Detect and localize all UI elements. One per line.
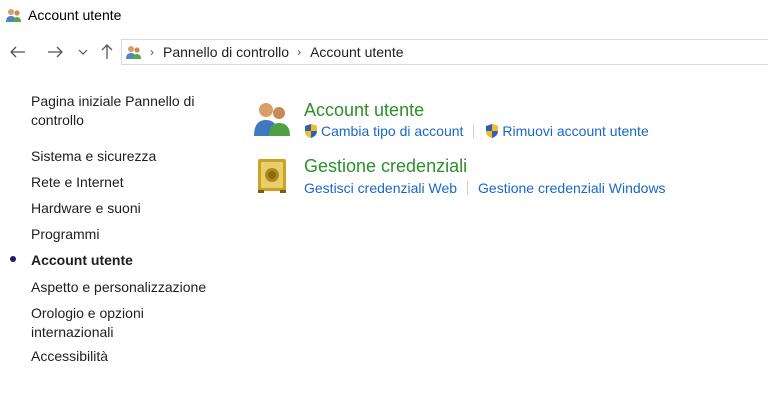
category-links: Gestisci credenziali Web Gestione creden… xyxy=(304,180,666,196)
navigation-bar: › Pannello di controllo › Account utente xyxy=(0,38,768,66)
sidebar-item-control-panel-home[interactable]: Pagina iniziale Pannello di controllo xyxy=(31,92,194,130)
change-account-type-link[interactable]: Cambia tipo di account xyxy=(303,123,463,139)
chevron-right-icon[interactable]: › xyxy=(297,45,301,59)
category-title-credential-manager[interactable]: Gestione credenziali xyxy=(304,156,467,177)
current-item-bullet xyxy=(10,256,16,262)
sidebar-item-label: controllo xyxy=(31,112,84,128)
sidebar-item-appearance[interactable]: Aspetto e personalizzazione xyxy=(31,278,206,297)
sidebar-item-system-security[interactable]: Sistema e sicurezza xyxy=(31,147,156,166)
user-accounts-icon[interactable] xyxy=(252,98,292,138)
user-accounts-icon xyxy=(6,7,22,23)
link-divider xyxy=(473,124,475,138)
window-title: Account utente xyxy=(28,7,122,23)
sidebar-item-hardware-sound[interactable]: Hardware e suoni xyxy=(31,199,141,218)
recent-locations-chevron-icon[interactable] xyxy=(76,38,90,66)
category-credential-manager: Gestione credenziali Gestisci credenzial… xyxy=(252,155,752,199)
sidebar-item-label: Pagina iniziale Pannello di xyxy=(31,93,195,109)
category-title-user-accounts[interactable]: Account utente xyxy=(304,100,424,121)
back-arrow-icon[interactable] xyxy=(6,38,30,66)
remove-user-account-link[interactable]: Rimuovi account utente xyxy=(484,123,649,139)
up-arrow-icon[interactable] xyxy=(96,38,118,66)
category-links: Cambia tipo di account Rimuovi account u… xyxy=(303,123,649,139)
breadcrumb-user-accounts[interactable]: Account utente xyxy=(310,44,403,60)
link-label: Rimuovi account utente xyxy=(502,123,649,139)
link-label: Cambia tipo di account xyxy=(321,123,464,139)
chevron-right-icon[interactable]: › xyxy=(150,45,154,59)
title-bar: Account utente xyxy=(0,0,768,32)
breadcrumb-control-panel[interactable]: Pannello di controllo xyxy=(163,44,289,60)
sidebar-item-label: internazionali xyxy=(31,324,114,340)
uac-shield-icon xyxy=(303,123,319,139)
credential-vault-icon[interactable] xyxy=(252,155,292,195)
link-divider xyxy=(467,181,469,195)
forward-arrow-icon[interactable] xyxy=(44,38,66,66)
category-user-accounts: Account utente Cambia tipo di account Ri… xyxy=(252,98,752,142)
sidebar-item-network-internet[interactable]: Rete e Internet xyxy=(31,173,124,192)
uac-shield-icon xyxy=(484,123,500,139)
manage-windows-credentials-link[interactable]: Gestione credenziali Windows xyxy=(478,180,666,196)
sidebar-item-clock-region[interactable]: Orologio e opzioni internazionali xyxy=(31,304,144,342)
sidebar-item-label: Orologio e opzioni xyxy=(31,305,144,321)
sidebar-item-user-accounts[interactable]: Account utente xyxy=(31,251,133,270)
sidebar-item-accessibility[interactable]: Accessibilità xyxy=(31,347,108,366)
manage-web-credentials-link[interactable]: Gestisci credenziali Web xyxy=(304,180,457,196)
sidebar-item-programs[interactable]: Programmi xyxy=(31,225,99,244)
user-accounts-icon xyxy=(126,44,142,60)
address-bar[interactable]: › Pannello di controllo › Account utente xyxy=(121,39,768,65)
